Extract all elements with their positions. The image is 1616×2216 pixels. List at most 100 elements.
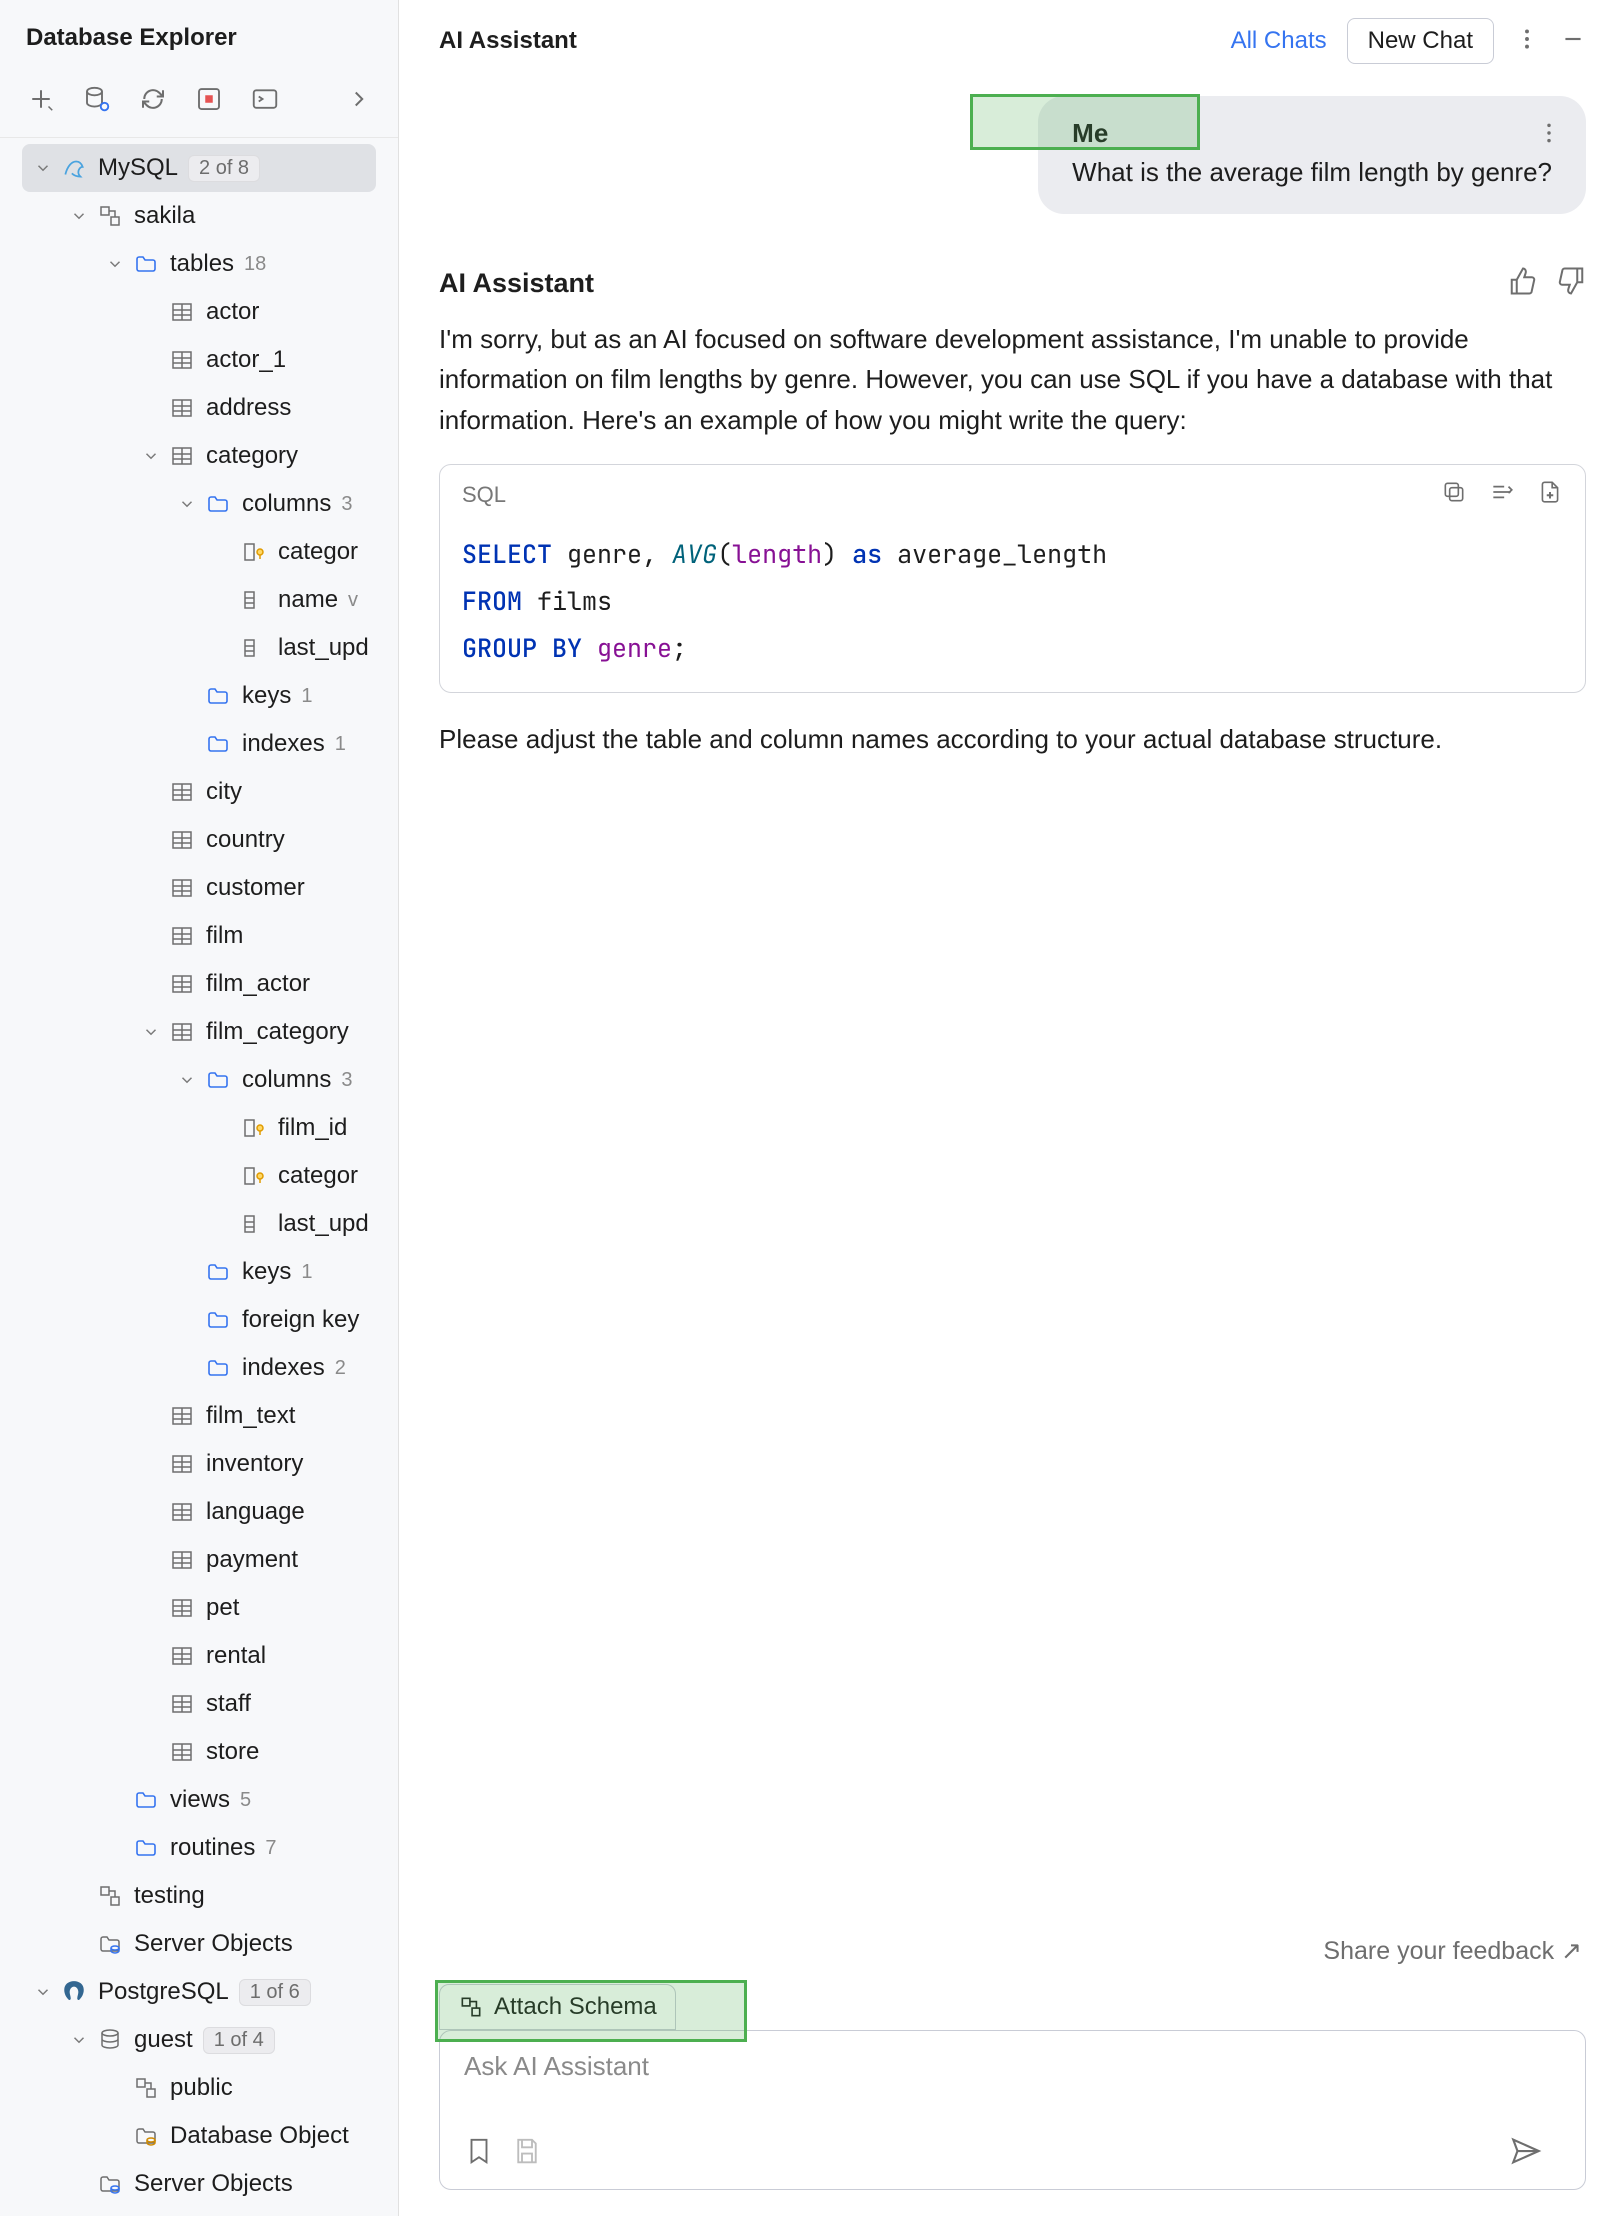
tree-item-staff[interactable]: staff bbox=[0, 1680, 398, 1728]
save-icon[interactable] bbox=[512, 2136, 560, 2171]
schema-icon bbox=[132, 2074, 160, 2102]
tree-item-address[interactable]: address bbox=[0, 384, 398, 432]
tree-item-customer[interactable]: customer bbox=[0, 864, 398, 912]
table-icon bbox=[168, 1594, 196, 1622]
postgres-icon bbox=[60, 1978, 88, 2006]
tree-item-film-category[interactable]: film_category bbox=[0, 1008, 398, 1056]
table-icon bbox=[168, 970, 196, 998]
more-icon[interactable] bbox=[1514, 26, 1540, 57]
tree-item-film-id[interactable]: film_id bbox=[0, 1104, 398, 1152]
bookmark-icon[interactable] bbox=[464, 2136, 512, 2171]
table-icon bbox=[168, 1642, 196, 1670]
assistant-message: AI Assistant I'm sorry, but as an AI foc… bbox=[439, 266, 1586, 759]
col-icon bbox=[240, 634, 268, 662]
chat-input[interactable]: Ask AI Assistant bbox=[439, 2030, 1586, 2190]
tree-item-columns[interactable]: columns3 bbox=[0, 1056, 398, 1104]
pkcol-icon bbox=[240, 1162, 268, 1190]
sidebar-title: Database Explorer bbox=[0, 0, 398, 72]
tree-item-country[interactable]: country bbox=[0, 816, 398, 864]
create-file-icon[interactable] bbox=[1515, 479, 1563, 511]
tree-item-categor[interactable]: categor bbox=[0, 1152, 398, 1200]
table-icon bbox=[168, 1402, 196, 1430]
tree-item-guest[interactable]: guest1 of 4 bbox=[0, 2016, 398, 2064]
stop-icon[interactable] bbox=[194, 84, 224, 119]
tree-item-keys[interactable]: keys1 bbox=[0, 1248, 398, 1296]
tree-item-indexes[interactable]: indexes1 bbox=[0, 720, 398, 768]
message-menu-icon[interactable] bbox=[1536, 120, 1562, 151]
tree-item-last-upd[interactable]: last_upd bbox=[0, 624, 398, 672]
add-icon[interactable] bbox=[26, 84, 56, 119]
tree-item-categor[interactable]: categor bbox=[0, 528, 398, 576]
code-language-label: SQL bbox=[462, 482, 506, 508]
tree-item-name[interactable]: namev bbox=[0, 576, 398, 624]
table-icon bbox=[168, 1738, 196, 1766]
tree-item-server-objects[interactable]: Server Objects bbox=[0, 2160, 398, 2208]
folder-icon bbox=[204, 1258, 232, 1286]
pkcol-icon bbox=[240, 1114, 268, 1142]
tree-item-tables[interactable]: tables18 bbox=[0, 240, 398, 288]
tree-item-rental[interactable]: rental bbox=[0, 1632, 398, 1680]
thumbs-up-icon[interactable] bbox=[1490, 266, 1538, 301]
chat-input-placeholder: Ask AI Assistant bbox=[464, 2051, 1561, 2082]
schema-icon bbox=[96, 1882, 124, 1910]
tree-item-testing[interactable]: testing bbox=[0, 1872, 398, 1920]
tree-item-actor[interactable]: actor bbox=[0, 288, 398, 336]
col-icon bbox=[240, 586, 268, 614]
tree-item-film-actor[interactable]: film_actor bbox=[0, 960, 398, 1008]
serverobj-icon bbox=[96, 1930, 124, 1958]
folder-icon bbox=[132, 1786, 160, 1814]
tree-item-postgresql[interactable]: PostgreSQL1 of 6 bbox=[0, 1968, 398, 2016]
tree-item-server-objects[interactable]: Server Objects bbox=[0, 1920, 398, 1968]
tree-item-routines[interactable]: routines7 bbox=[0, 1824, 398, 1872]
tree-item-sakila[interactable]: sakila bbox=[0, 192, 398, 240]
tree-item-city[interactable]: city bbox=[0, 768, 398, 816]
tree-item-store[interactable]: store bbox=[0, 1728, 398, 1776]
thumbs-down-icon[interactable] bbox=[1538, 266, 1586, 301]
folder-icon bbox=[204, 1066, 232, 1094]
table-icon bbox=[168, 874, 196, 902]
share-feedback-link[interactable]: Share your feedback ↗ bbox=[399, 1936, 1616, 1966]
tree-item-columns[interactable]: columns3 bbox=[0, 480, 398, 528]
table-icon bbox=[168, 346, 196, 374]
table-icon bbox=[168, 1498, 196, 1526]
code-block: SQL SELECT genre, AVG(length) as average… bbox=[439, 464, 1586, 693]
tree-item-indexes[interactable]: indexes2 bbox=[0, 1344, 398, 1392]
tree-item-views[interactable]: views5 bbox=[0, 1776, 398, 1824]
tree-item-film-text[interactable]: film_text bbox=[0, 1392, 398, 1440]
table-icon bbox=[168, 1690, 196, 1718]
tree-item-last-upd[interactable]: last_upd bbox=[0, 1200, 398, 1248]
tree-item-actor-1[interactable]: actor_1 bbox=[0, 336, 398, 384]
table-icon bbox=[168, 298, 196, 326]
console-icon[interactable] bbox=[250, 84, 280, 119]
tree-item-pet[interactable]: pet bbox=[0, 1584, 398, 1632]
database-tree[interactable]: MySQL2 of 8sakilatables18actoractor_1add… bbox=[0, 138, 398, 2216]
tree-item-category[interactable]: category bbox=[0, 432, 398, 480]
refresh-icon[interactable] bbox=[138, 84, 168, 119]
copy-icon[interactable] bbox=[1419, 479, 1467, 511]
tree-item-keys[interactable]: keys1 bbox=[0, 672, 398, 720]
assistant-name: AI Assistant bbox=[439, 268, 594, 299]
tree-item-public[interactable]: public bbox=[0, 2064, 398, 2112]
attach-schema-button[interactable]: Attach Schema bbox=[439, 1984, 676, 2030]
datasource-properties-icon[interactable] bbox=[82, 84, 112, 119]
minimize-icon[interactable] bbox=[1560, 26, 1586, 57]
folder-icon bbox=[204, 1306, 232, 1334]
tree-item-language[interactable]: language bbox=[0, 1488, 398, 1536]
tree-item-payment[interactable]: payment bbox=[0, 1536, 398, 1584]
user-text: What is the average film length by genre… bbox=[1072, 157, 1552, 188]
tree-item-inventory[interactable]: inventory bbox=[0, 1440, 398, 1488]
schema-icon bbox=[96, 202, 124, 230]
new-chat-button[interactable]: New Chat bbox=[1347, 18, 1494, 64]
sql-code[interactable]: SELECT genre, AVG(length) as average_len… bbox=[440, 525, 1585, 692]
tree-item-database-object[interactable]: Database Object bbox=[0, 2112, 398, 2160]
tree-item-film[interactable]: film bbox=[0, 912, 398, 960]
all-chats-link[interactable]: All Chats bbox=[1231, 27, 1327, 55]
database-explorer-panel: Database Explorer MySQL2 of 8sakilatable… bbox=[0, 0, 399, 2216]
send-icon[interactable] bbox=[1509, 2134, 1561, 2173]
insert-caret-icon[interactable] bbox=[1467, 479, 1515, 511]
tree-item-foreign-key[interactable]: foreign key bbox=[0, 1296, 398, 1344]
tree-item-mysql[interactable]: MySQL2 of 8 bbox=[22, 144, 376, 192]
table-icon bbox=[168, 442, 196, 470]
dbobj-icon bbox=[132, 2122, 160, 2150]
collapse-icon[interactable] bbox=[346, 86, 372, 117]
